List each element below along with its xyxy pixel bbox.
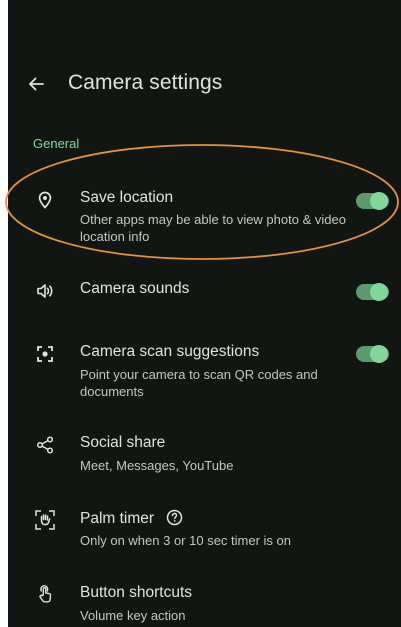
setting-label: Palm timer (80, 510, 155, 527)
page-title: Camera settings (68, 71, 223, 94)
setting-label: Camera scan suggestions (80, 343, 260, 360)
setting-summary: Only on when 3 or 10 sec timer is on (80, 533, 291, 548)
palm-icon (33, 508, 57, 532)
volume-icon (33, 279, 57, 303)
save-location-switch[interactable] (356, 192, 389, 210)
back-button[interactable] (22, 70, 50, 98)
settings-screen: Camera settings General Save location Ot… (8, 0, 401, 627)
setting-label-wrap: Palm timer (80, 509, 183, 528)
setting-palm-timer[interactable]: Palm timer Only on when 3 or 10 sec time… (8, 500, 401, 552)
setting-summary: Other apps may be able to view photo & v… (80, 212, 346, 244)
setting-label: Save location (80, 189, 174, 206)
setting-label: Button shortcuts (80, 584, 193, 601)
setting-summary: Meet, Messages, YouTube (80, 458, 234, 473)
switch-thumb (370, 192, 388, 210)
switch-thumb (370, 283, 388, 301)
camera-scan-switch[interactable] (356, 345, 389, 363)
setting-save-location[interactable]: Save location Other apps may be able to … (8, 180, 401, 250)
help-icon[interactable] (166, 509, 183, 526)
setting-summary: Point your camera to scan QR codes and d… (80, 367, 318, 399)
setting-label: Social share (80, 434, 166, 451)
arrow-back-icon (29, 77, 44, 91)
app-bar: Camera settings (8, 64, 401, 104)
location-pin-icon (33, 188, 57, 212)
setting-summary: Volume key action (80, 608, 186, 623)
setting-label: Camera sounds (80, 280, 190, 297)
share-icon (33, 433, 57, 457)
setting-camera-scan-suggestions[interactable]: Camera scan suggestions Point your camer… (8, 334, 401, 404)
touch-icon (33, 582, 57, 606)
scan-icon (33, 342, 57, 366)
setting-button-shortcuts[interactable]: Button shortcuts Volume key action (8, 575, 401, 627)
section-header-general: General (33, 136, 80, 151)
setting-social-share[interactable]: Social share Meet, Messages, YouTube (8, 425, 401, 477)
switch-thumb (370, 345, 388, 363)
setting-camera-sounds[interactable]: Camera sounds (8, 270, 401, 312)
camera-sounds-switch[interactable] (356, 283, 389, 301)
